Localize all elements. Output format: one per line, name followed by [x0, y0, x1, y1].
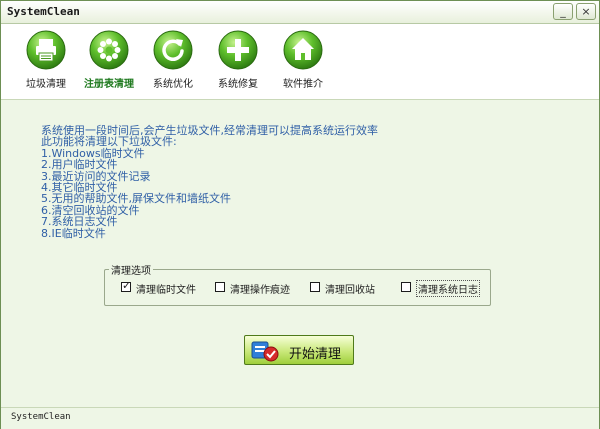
description-line: 2.用户临时文件 — [41, 158, 118, 172]
toolbar: 垃圾清理 注册表清理 系统优化 系统修复 软件推介 — [1, 24, 599, 100]
start-clean-label: 开始清理 — [289, 347, 342, 362]
option-label: 清理回收站 — [325, 285, 375, 296]
tool-label: 系统修复 — [218, 79, 258, 90]
plus-icon — [218, 30, 258, 70]
status-text: SystemClean — [11, 412, 71, 422]
tool-label: 垃圾清理 — [26, 79, 66, 90]
clean-brush-icon — [251, 341, 279, 362]
status-bar: SystemClean — [1, 407, 599, 429]
refresh-icon — [153, 30, 193, 70]
description-line: 3.最近访问的文件记录 — [41, 169, 151, 183]
tool-junk-clean[interactable]: 垃圾清理 — [14, 29, 78, 97]
tool-label: 软件推介 — [283, 79, 323, 90]
app-window: SystemClean _ × 垃圾清理 注册表清理 系统优化 系统修复 软件推… — [0, 0, 600, 429]
tool-registry-clean[interactable]: 注册表清理 — [77, 29, 141, 97]
description-line: 8.IE临时文件 — [41, 226, 106, 240]
window-title: SystemClean — [7, 5, 80, 18]
tool-system-repair[interactable]: 系统修复 — [206, 29, 270, 97]
title-bar: SystemClean _ × — [1, 1, 599, 24]
close-button[interactable]: × — [576, 3, 596, 20]
checkbox[interactable] — [310, 282, 320, 292]
clean-options-group: 清理选项 ✓ 清理临时文件 清理操作痕迹 清理回收站 清理系统日志 — [104, 262, 491, 306]
tool-system-optimize[interactable]: 系统优化 — [141, 29, 205, 97]
description-text: 系统使用一段时间后,会产生垃圾文件,经常清理可以提高系统运行效率 此功能将清理以… — [41, 125, 561, 239]
checkbox[interactable] — [401, 282, 411, 292]
tool-label: 注册表清理 — [84, 79, 134, 90]
group-title: 清理选项 — [109, 262, 153, 277]
home-icon — [283, 30, 323, 70]
checkbox[interactable] — [215, 282, 225, 292]
printer-icon — [26, 30, 66, 70]
option-label: 清理操作痕迹 — [230, 285, 290, 296]
checkbox[interactable]: ✓ — [121, 279, 132, 292]
option-label: 清理临时文件 — [136, 285, 196, 296]
minimize-button[interactable]: _ — [553, 3, 573, 20]
tool-software-recommend[interactable]: 软件推介 — [271, 29, 335, 97]
option-label: 清理系统日志 — [416, 280, 480, 297]
description-line: 6.清空回收站的文件 — [41, 203, 140, 217]
tool-label: 系统优化 — [153, 79, 193, 90]
description-line: 7.系统日志文件 — [41, 215, 118, 229]
check-mark-icon: ✓ — [122, 279, 132, 292]
start-clean-button[interactable]: 开始清理 — [244, 335, 354, 365]
gear-icon — [89, 30, 129, 70]
description-line: 1.Windows临时文件 — [41, 146, 145, 160]
